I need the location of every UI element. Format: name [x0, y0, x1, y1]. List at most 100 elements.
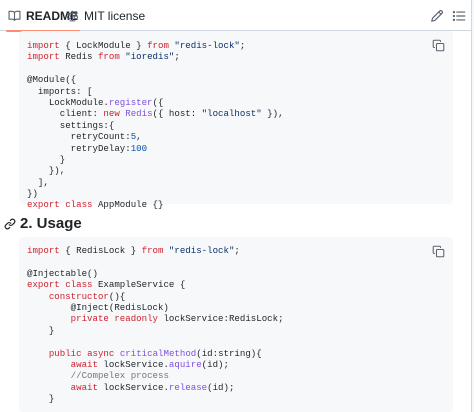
pencil-icon[interactable] — [430, 9, 444, 23]
code-line: import Redis from "ioredis"; — [27, 51, 284, 62]
code-line: import { LockModule } from "redis-lock"; — [27, 40, 284, 51]
copy-icon[interactable] — [432, 39, 445, 52]
code-token: (){ — [108, 290, 126, 302]
code-line: public async criticalMethod(id:string){ — [27, 348, 284, 359]
code-token: } — [27, 324, 55, 336]
code-token: constructor — [48, 290, 109, 302]
code-line: imports: [ — [27, 86, 284, 97]
code-block-usage-content: import { RedisLock } from "redis-lock"; … — [27, 245, 284, 412]
code-line: } — [27, 393, 284, 404]
code-token: export — [27, 199, 60, 211]
code-token: Redis — [59, 51, 98, 63]
code-token: class — [65, 279, 93, 291]
code-token: ; — [234, 245, 240, 256]
code-line: await lockService.release(id); — [27, 382, 284, 393]
code-token: retryCount: — [27, 131, 131, 143]
code-line: settings:{ — [27, 120, 284, 131]
code-token: from — [141, 245, 164, 256]
code-token: client: — [27, 108, 104, 120]
copy-icon[interactable] — [432, 245, 445, 258]
code-line: }) — [27, 188, 284, 199]
code-token: { RedisLock } — [59, 245, 142, 256]
code-token: async — [87, 347, 115, 359]
code-block-module-content: import { LockModule } from "redis-lock";… — [27, 40, 284, 211]
code-token: ({ — [152, 96, 164, 108]
code-token: } — [27, 153, 66, 165]
code-token: ], — [27, 176, 49, 188]
code-token: { LockModule } — [59, 40, 148, 51]
tab-license[interactable]: MIT license — [66, 0, 145, 31]
code-token: lockService:RedisLock; — [158, 313, 284, 325]
code-line: client: new Redis({ host: "localhost" })… — [27, 108, 284, 119]
code-token: (id:string){ — [196, 347, 262, 359]
code-token: import — [27, 51, 60, 63]
section-heading-text: 2. Usage — [20, 214, 82, 232]
code-line: import { RedisLock } from "redis-lock"; — [27, 245, 284, 256]
link-icon[interactable] — [4, 217, 16, 230]
code-token: await — [70, 358, 98, 370]
code-line: constructor(){ — [27, 291, 284, 302]
list-icon[interactable] — [452, 9, 466, 23]
code-token: from — [147, 40, 169, 51]
code-line: private readonly lockService:RedisLock; — [27, 313, 284, 324]
code-token: export — [27, 279, 60, 291]
code-token: ; — [239, 40, 246, 51]
readme-tab-bar: README MIT license — [0, 0, 471, 32]
code-token: }) — [27, 188, 38, 200]
code-token: private — [70, 313, 109, 325]
code-line: } — [27, 154, 284, 165]
code-token: ({ host: — [152, 108, 202, 120]
code-block-usage: import { RedisLock } from "redis-lock"; … — [19, 237, 453, 412]
code-line: export class AppModule {} — [27, 199, 284, 210]
code-token: register — [108, 96, 153, 108]
code-token: }), — [27, 165, 66, 177]
code-token: retryDelay: — [27, 142, 131, 154]
code-token: LockModule. — [27, 96, 109, 108]
code-token: "ioredis" — [125, 51, 175, 63]
code-token: //Compelex process — [70, 370, 169, 382]
code-line: //Compelex process — [27, 370, 284, 381]
code-token: "localhost" — [201, 108, 262, 120]
code-token: lockService. — [97, 381, 169, 393]
code-line: @Inject(RedisLock) — [27, 302, 284, 313]
code-token: class — [65, 199, 93, 211]
code-token: AppModule {} — [92, 199, 164, 211]
code-token: imports: [ — [27, 85, 93, 97]
scale-balance-icon — [66, 10, 79, 22]
code-token: @Injectable() — [27, 267, 98, 279]
code-token: "redis-lock" — [174, 40, 240, 51]
code-token: import — [27, 245, 60, 256]
tab-license-label: MIT license — [84, 8, 146, 23]
code-token: settings:{ — [27, 119, 115, 131]
code-token: } — [27, 393, 55, 405]
code-token: (id); — [207, 381, 235, 393]
code-line: @Module({ — [27, 74, 284, 85]
code-token: from — [97, 51, 120, 63]
code-token: criticalMethod — [119, 347, 197, 359]
book-icon — [8, 10, 21, 22]
code-line: retryDelay:100 — [27, 143, 284, 154]
code-line: LockModule.register({ — [27, 97, 284, 108]
code-token: , — [136, 131, 142, 143]
code-token: }), — [261, 108, 284, 120]
code-token: @Inject(RedisLock) — [27, 301, 169, 313]
code-block-module: import { LockModule } from "redis-lock";… — [19, 31, 453, 210]
code-token: release — [168, 381, 208, 393]
code-token: ; — [174, 51, 180, 63]
code-line: @Injectable() — [27, 268, 284, 279]
code-token: 100 — [130, 142, 148, 154]
code-token: @Module({ — [27, 74, 77, 86]
code-token: new — [103, 108, 120, 120]
code-line: ], — [27, 177, 284, 188]
code-token: (id); — [201, 358, 229, 370]
code-token: aquire — [168, 358, 202, 370]
